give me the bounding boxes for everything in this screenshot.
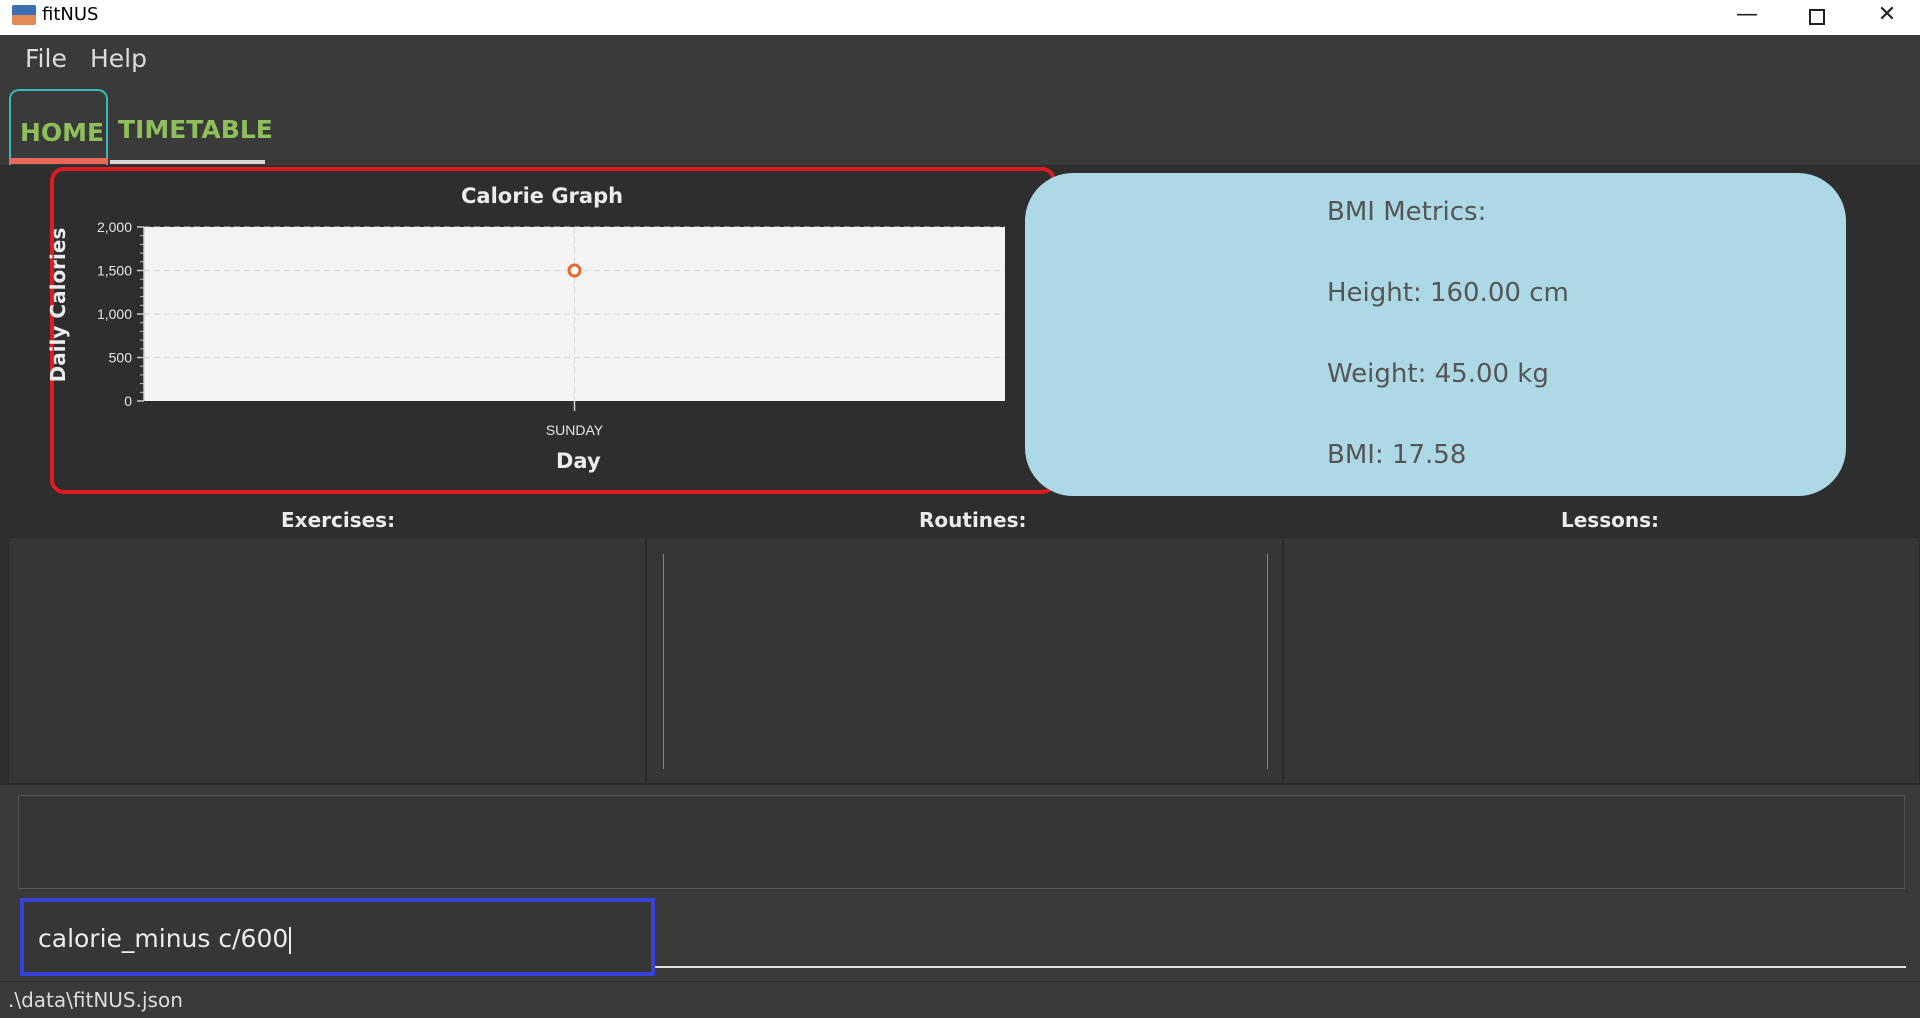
lessons-list[interactable]	[1283, 537, 1920, 784]
status-bar: .\data\fitNUS.json	[0, 981, 1920, 1018]
maximize-icon	[1809, 9, 1825, 25]
minimize-button[interactable]: —	[1712, 0, 1782, 35]
calorie-chart: 2,000 1,500 1,000 500 0 SUNDAY	[97, 220, 1005, 438]
lessons-header: Lessons:	[1561, 508, 1659, 532]
tab-timetable[interactable]: TIMETABLE	[110, 115, 273, 165]
app-logo-icon	[12, 5, 36, 25]
menu-file[interactable]: File	[25, 44, 67, 73]
title-bar: fitNUS — ✕	[0, 0, 1920, 35]
y-tick-label: 2,000	[97, 220, 132, 235]
close-button[interactable]: ✕	[1852, 0, 1920, 35]
data-point	[567, 263, 582, 278]
maximize-button[interactable]	[1782, 0, 1852, 35]
exercises-list[interactable]	[8, 537, 646, 784]
result-display	[18, 795, 1905, 889]
menu-help[interactable]: Help	[90, 44, 147, 73]
bmi-title: BMI Metrics:	[1327, 197, 1487, 227]
bmi-height: Height: 160.00 cm	[1327, 278, 1569, 308]
text-caret	[289, 926, 292, 954]
routines-list-left-edge	[663, 554, 664, 769]
command-input[interactable]: calorie_minus c/600	[20, 898, 655, 976]
y-tick-label: 1,500	[97, 263, 132, 279]
y-tick-label: 1,000	[97, 306, 132, 322]
menu-bar: File Help	[0, 35, 1920, 85]
y-tick-label: 500	[109, 350, 133, 366]
routines-list-right-edge	[1267, 554, 1268, 769]
exercises-header: Exercises:	[281, 508, 396, 532]
window-title: fitNUS	[42, 4, 99, 25]
chart-x-axis-label: Day	[556, 449, 601, 473]
status-file-path: .\data\fitNUS.json	[8, 988, 183, 1012]
bmi-weight: Weight: 45.00 kg	[1327, 359, 1549, 389]
routines-list[interactable]	[646, 537, 1283, 784]
chart-title: Calorie Graph	[461, 184, 624, 208]
tab-bar: HOME TIMETABLE	[0, 85, 1920, 165]
y-tick-label: 0	[124, 393, 132, 409]
chart-y-axis-label: Daily Calories	[46, 227, 70, 383]
command-underline	[650, 966, 1906, 968]
tab-home-indicator	[9, 158, 108, 164]
bmi-value: BMI: 17.58	[1327, 440, 1467, 470]
tab-home[interactable]: HOME	[9, 89, 108, 165]
command-text: calorie_minus c/600	[38, 924, 289, 953]
tab-timetable-indicator	[110, 160, 265, 164]
x-tick-label: SUNDAY	[546, 422, 604, 438]
routines-header: Routines:	[919, 508, 1027, 532]
